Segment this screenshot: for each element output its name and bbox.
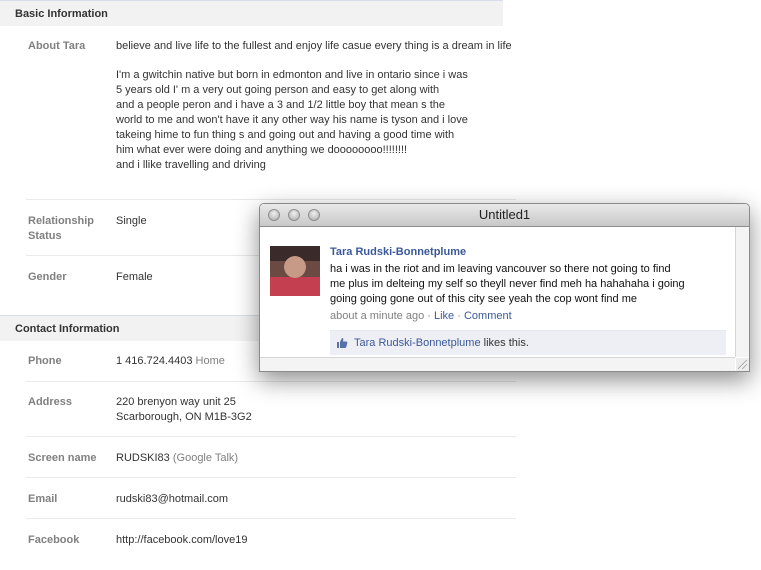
comment-link[interactable]: Comment bbox=[464, 310, 512, 322]
post-line: going going gone out of this city see ye… bbox=[330, 293, 637, 305]
about-label: About Tara bbox=[28, 40, 86, 52]
separator: · bbox=[427, 310, 431, 322]
post-text: ha i was in the riot and im leaving vanc… bbox=[330, 262, 730, 307]
address-row: Address 220 brenyon way unit 25 Scarboro… bbox=[26, 382, 516, 437]
separator: · bbox=[457, 310, 461, 322]
gender-label: Gender bbox=[28, 271, 67, 283]
about-paragraph-1: believe and live life to the fullest and… bbox=[116, 40, 512, 52]
post-timestamp[interactable]: about a minute ago bbox=[330, 310, 424, 322]
resize-grip-icon[interactable] bbox=[736, 358, 749, 371]
likes-text: Tara Rudski-Bonnetplume likes this. bbox=[354, 337, 529, 349]
facebook-link[interactable]: http://facebook.com/love19 bbox=[116, 533, 247, 548]
about-line: I'm a gwitchin native but born in edmont… bbox=[116, 69, 468, 81]
relationship-label: Relationship Status bbox=[28, 214, 94, 244]
about-paragraph-2: I'm a gwitchin native but born in edmont… bbox=[116, 68, 516, 173]
relationship-value: Single bbox=[116, 215, 147, 227]
about-line: and a people peron and i have a 3 and 1/… bbox=[116, 99, 446, 111]
about-text: believe and live life to the fullest and… bbox=[116, 39, 516, 173]
facebook-label: Facebook bbox=[28, 534, 80, 546]
screen-name-row: Screen name RUDSKI83 (Google Talk) bbox=[26, 437, 516, 478]
liker-link[interactable]: Tara Rudski-Bonnetplume bbox=[354, 337, 481, 349]
window-titlebar[interactable]: Untitled1 bbox=[260, 204, 749, 227]
author-avatar[interactable] bbox=[270, 246, 320, 296]
about-line: world to me and won't have it any other … bbox=[116, 114, 468, 126]
popup-window: Untitled1 Tara Rudski-Bonnetplume ha i w… bbox=[259, 203, 750, 372]
likes-box: Tara Rudski-Bonnetplume likes this. bbox=[330, 330, 726, 355]
phone-value: 1 416.724.4403 Home bbox=[116, 354, 225, 369]
about-line: 5 years old I' m a very out going person… bbox=[116, 84, 440, 96]
phone-type: Home bbox=[195, 355, 225, 367]
post-author-link[interactable]: Tara Rudski-Bonnetplume bbox=[330, 246, 466, 258]
address-line-2: Scarborough, ON M1B-3G2 bbox=[116, 411, 252, 423]
likes-suffix: likes this. bbox=[483, 337, 529, 349]
screen-name-label: Screen name bbox=[28, 452, 97, 464]
relationship-label-line1: Relationship bbox=[28, 215, 95, 227]
phone-label: Phone bbox=[28, 355, 62, 367]
basic-info-heading: Basic Information bbox=[0, 0, 503, 26]
address-line-1: 220 brenyon way unit 25 bbox=[116, 396, 236, 408]
address-value: 220 brenyon way unit 25 Scarborough, ON … bbox=[116, 395, 252, 425]
screen-name: RUDSKI83 bbox=[116, 452, 170, 464]
vertical-scrollbar[interactable] bbox=[735, 227, 749, 357]
address-label: Address bbox=[28, 396, 73, 408]
email-label: Email bbox=[28, 493, 58, 505]
post-line: me plus im delteing my self so theyll ne… bbox=[330, 278, 685, 290]
post-meta: about a minute ago · Like · Comment bbox=[330, 310, 512, 322]
screen-name-service: (Google Talk) bbox=[172, 452, 239, 464]
window-title: Untitled1 bbox=[478, 207, 531, 222]
phone-number: 1 416.724.4403 bbox=[116, 355, 193, 367]
relationship-label-line2: Status bbox=[28, 230, 62, 242]
about-line: takeing hime to fun thing s and going ou… bbox=[116, 129, 455, 141]
thumbs-up-icon bbox=[336, 337, 348, 348]
like-link[interactable]: Like bbox=[434, 310, 454, 322]
about-line: and i llike travelling and driving bbox=[116, 159, 266, 171]
facebook-row: Facebook http://facebook.com/love19 bbox=[26, 519, 516, 559]
email-row: Email rudski83@hotmail.com bbox=[26, 478, 516, 519]
horizontal-scrollbar[interactable] bbox=[260, 357, 735, 371]
email-value: rudski83@hotmail.com bbox=[116, 493, 229, 505]
gender-value: Female bbox=[116, 271, 153, 283]
about-row: About Tara believe and live life to the … bbox=[26, 26, 516, 200]
screen-name-value: RUDSKI83 (Google Talk) bbox=[116, 451, 238, 466]
post-content: Tara Rudski-Bonnetplume ha i was in the … bbox=[260, 227, 735, 357]
post-line: ha i was in the riot and im leaving vanc… bbox=[330, 263, 671, 275]
about-line: him what ever were doing and anything we… bbox=[116, 144, 408, 156]
